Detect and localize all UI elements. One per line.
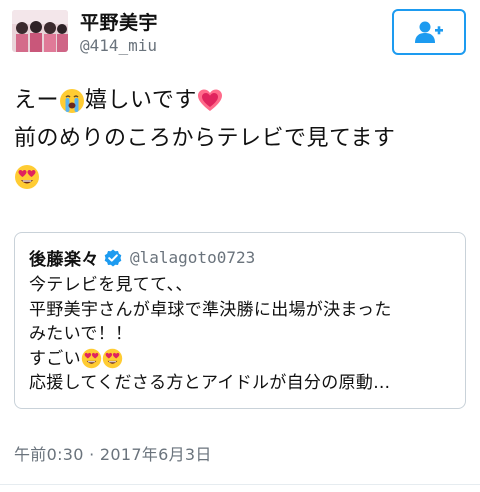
- heart-icon: [197, 89, 222, 111]
- quoted-tweet-text: 今テレビを見てて、、 平野美宇さんが卓球で準決勝に出場が決まった みたいで！！ …: [29, 273, 459, 396]
- quoted-line: 平野美宇さんが卓球で準決勝に出場が決まった: [29, 298, 459, 323]
- author-display-name[interactable]: 平野美宇: [80, 8, 158, 35]
- author-handle[interactable]: @414_miu: [80, 36, 157, 55]
- tweet-text-segment: 前のめりのころからテレビで見てます: [14, 126, 396, 151]
- quoted-text-segment: 応援してくださる方とアイドルが自分の原動…: [29, 373, 391, 393]
- tweet-line-1: えー 嬉しいです: [14, 82, 469, 120]
- follow-button[interactable]: [392, 9, 466, 55]
- crying-face-icon: [60, 89, 85, 113]
- tweet-text: えー 嬉しいです 前のめりのころからテレビで見てます: [14, 82, 469, 196]
- quoted-author-display-name: 後藤楽々: [29, 250, 99, 270]
- quoted-tweet[interactable]: 後藤楽々 @lalagoto0723 今テレビを見てて、、 平野美宇さんが卓球で…: [14, 232, 466, 409]
- quoted-text-segment: みたいで！！: [29, 324, 133, 344]
- quoted-line: すごい: [29, 347, 459, 372]
- quoted-line: みたいで！！: [29, 322, 459, 347]
- quoted-text-segment: 今テレビを見てて、、: [29, 275, 193, 295]
- verified-badge-icon: [104, 249, 122, 266]
- quoted-tweet-header: 後藤楽々 @lalagoto0723: [29, 245, 255, 270]
- quoted-text-segment: すごい: [29, 348, 81, 369]
- divider: [0, 484, 480, 485]
- heart-eyes-face-icon: [102, 349, 123, 369]
- tweet-line-2: 前のめりのころからテレビで見てます: [14, 120, 469, 158]
- tweet-timestamp[interactable]: 午前0:30 · 2017年6月3日: [14, 441, 212, 465]
- tweet-text-segment: えー: [14, 88, 60, 113]
- quoted-text-segment: 平野美宇さんが卓球で準決勝に出場が決まった: [29, 299, 392, 320]
- quoted-line: 応援してくださる方とアイドルが自分の原動…: [29, 371, 459, 396]
- tweet-text-segment: 嬉しいです: [85, 88, 197, 113]
- quoted-author-handle: @lalagoto0723: [130, 248, 256, 267]
- tweet-card: 平野美宇 @414_miu えー 嬉しいです 前のめりのころからテレビで見てます…: [0, 0, 480, 492]
- quoted-line: 今テレビを見てて、、: [29, 273, 459, 298]
- add-user-icon: [415, 21, 443, 43]
- heart-eyes-face-icon: [81, 349, 102, 369]
- heart-eyes-face-icon: [15, 165, 39, 189]
- avatar[interactable]: [12, 10, 68, 52]
- tweet-line-3: [14, 158, 469, 196]
